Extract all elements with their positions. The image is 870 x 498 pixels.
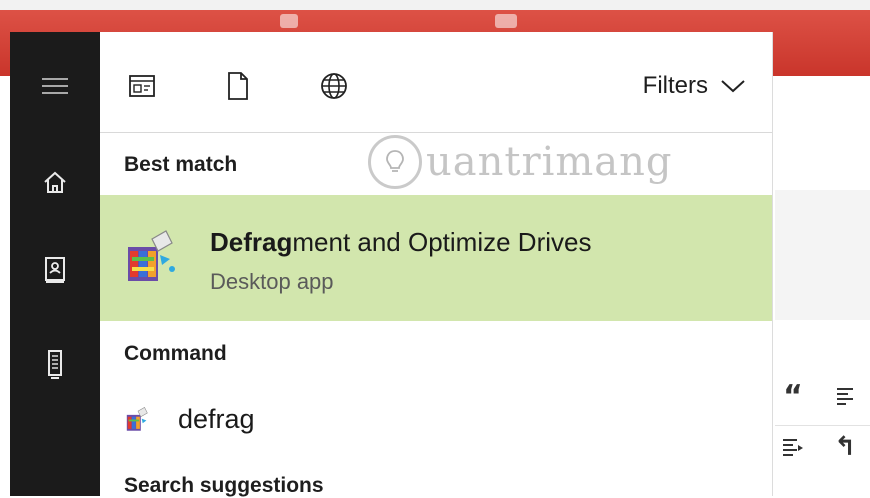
watermark-text: uantrimang xyxy=(426,139,673,185)
apps-filter-icon[interactable] xyxy=(124,68,160,104)
best-match-subtitle: Desktop app xyxy=(210,269,334,294)
defrag-app-icon xyxy=(122,229,182,292)
defrag-command-icon xyxy=(124,406,152,439)
best-match-heading: Best match xyxy=(124,153,238,176)
filters-label: Filters xyxy=(642,72,708,99)
background-toolbar-glyph xyxy=(280,14,298,28)
watermark: uantrimang xyxy=(368,132,673,192)
align-left-icon[interactable] xyxy=(830,381,860,411)
background-title-strip xyxy=(0,0,870,10)
device-icon[interactable] xyxy=(10,344,100,384)
best-match-title: Defragment and Optimize Drives xyxy=(210,227,591,258)
home-icon[interactable] xyxy=(10,162,100,202)
list-indent-icon[interactable] xyxy=(778,432,808,462)
search-results-panel: Filters Best match Defragment and Optimi… xyxy=(100,32,773,497)
background-toolbar-glyph xyxy=(495,14,517,28)
command-result[interactable]: defrag xyxy=(100,384,772,456)
lightbulb-icon xyxy=(368,135,422,189)
start-rail xyxy=(10,32,100,496)
command-label: defrag xyxy=(178,404,255,434)
web-filter-icon[interactable] xyxy=(316,68,352,104)
chevron-down-icon xyxy=(721,80,745,93)
quote-button[interactable]: “ xyxy=(778,379,808,414)
documents-filter-icon[interactable] xyxy=(220,68,256,104)
best-match-title-highlight: Defrag xyxy=(210,227,293,257)
command-heading: Command xyxy=(124,342,227,365)
search-suggestions-heading: Search suggestions xyxy=(124,474,324,497)
filters-dropdown[interactable]: Filters xyxy=(643,70,746,102)
filter-bar: Filters xyxy=(100,32,772,132)
best-match-title-rest: ment and Optimize Drives xyxy=(292,227,592,257)
background-editor-area xyxy=(775,190,870,320)
notebook-icon[interactable] xyxy=(10,250,100,290)
background-divider xyxy=(775,425,870,426)
hamburger-menu-icon[interactable] xyxy=(10,66,100,106)
undo-button[interactable]: ↰ xyxy=(830,432,860,462)
best-match-result[interactable]: Defragment and Optimize Drives Desktop a… xyxy=(100,195,772,321)
